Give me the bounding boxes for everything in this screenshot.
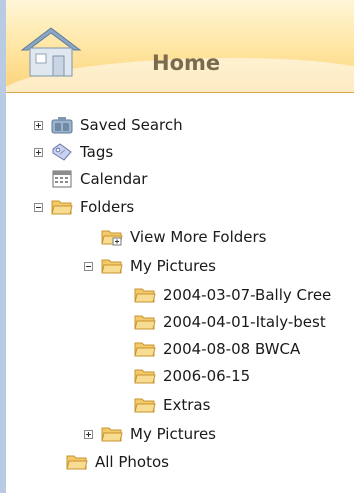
tree-item-saved-search[interactable]: Saved Search xyxy=(34,112,183,138)
tree-item-calendar[interactable]: Calendar xyxy=(51,166,147,192)
home-icon xyxy=(20,27,82,77)
tree-item-label: Tags xyxy=(80,143,114,161)
tree-item-label: View More Folders xyxy=(130,228,267,246)
expand-toggle[interactable] xyxy=(34,120,43,130)
tree-item-view-more-folders[interactable]: View More Folders xyxy=(101,224,267,250)
tree-item-label: All Photos xyxy=(95,453,169,471)
tree-item-tags[interactable]: Tags xyxy=(34,139,113,165)
collapse-toggle[interactable] xyxy=(34,202,43,212)
binoculars-icon xyxy=(51,117,73,134)
folder-icon xyxy=(66,455,88,470)
tree-item-subfolder[interactable]: 2004-08-08 BWCA xyxy=(134,336,300,362)
tree-item-subfolder[interactable]: 2004-04-01-Italy-best xyxy=(134,309,326,335)
folder-add-icon xyxy=(101,230,123,246)
navigation-panel: Home Saved Search Tags Calendar Folders … xyxy=(0,0,354,493)
page-title: Home xyxy=(152,51,221,75)
tree-item-label: Calendar xyxy=(80,170,148,188)
folder-icon xyxy=(134,342,156,357)
folder-icon xyxy=(51,200,73,215)
collapse-toggle[interactable] xyxy=(84,261,93,271)
tree-item-subfolder[interactable]: 2004-03-07-Bally Cree xyxy=(134,282,331,308)
tree-item-label: Folders xyxy=(80,198,135,216)
tree-item-label: 2004-08-08 BWCA xyxy=(163,340,301,358)
tree-item-folders[interactable]: Folders xyxy=(34,194,134,220)
folder-icon xyxy=(134,398,156,413)
tree-item-label: Saved Search xyxy=(80,116,183,134)
folder-icon xyxy=(101,427,123,442)
expand-toggle[interactable] xyxy=(84,429,93,439)
expand-toggle[interactable] xyxy=(34,147,43,157)
tree-item-my-pictures-2[interactable]: My Pictures xyxy=(84,421,216,447)
tree-item-all-photos[interactable]: All Photos xyxy=(66,449,169,475)
tree-item-label: 2004-03-07-Bally Cree xyxy=(163,286,332,304)
calendar-icon xyxy=(52,170,72,188)
tag-icon xyxy=(52,143,72,161)
folder-icon xyxy=(101,259,123,274)
tree-item-label: Extras xyxy=(163,396,211,414)
tree-item-my-pictures[interactable]: My Pictures xyxy=(84,253,216,279)
home-header[interactable]: Home xyxy=(6,0,354,93)
tree-item-subfolder[interactable]: Extras xyxy=(134,392,210,418)
folder-icon xyxy=(134,288,156,303)
folder-icon xyxy=(134,369,156,384)
tree-item-label: My Pictures xyxy=(130,257,216,275)
tree-item-subfolder[interactable]: 2006-06-15 xyxy=(134,363,250,389)
tree-item-label: 2006-06-15 xyxy=(163,367,251,385)
tree-item-label: My Pictures xyxy=(130,425,216,443)
tree-item-label: 2004-04-01-Italy-best xyxy=(163,313,326,331)
folder-icon xyxy=(134,315,156,330)
